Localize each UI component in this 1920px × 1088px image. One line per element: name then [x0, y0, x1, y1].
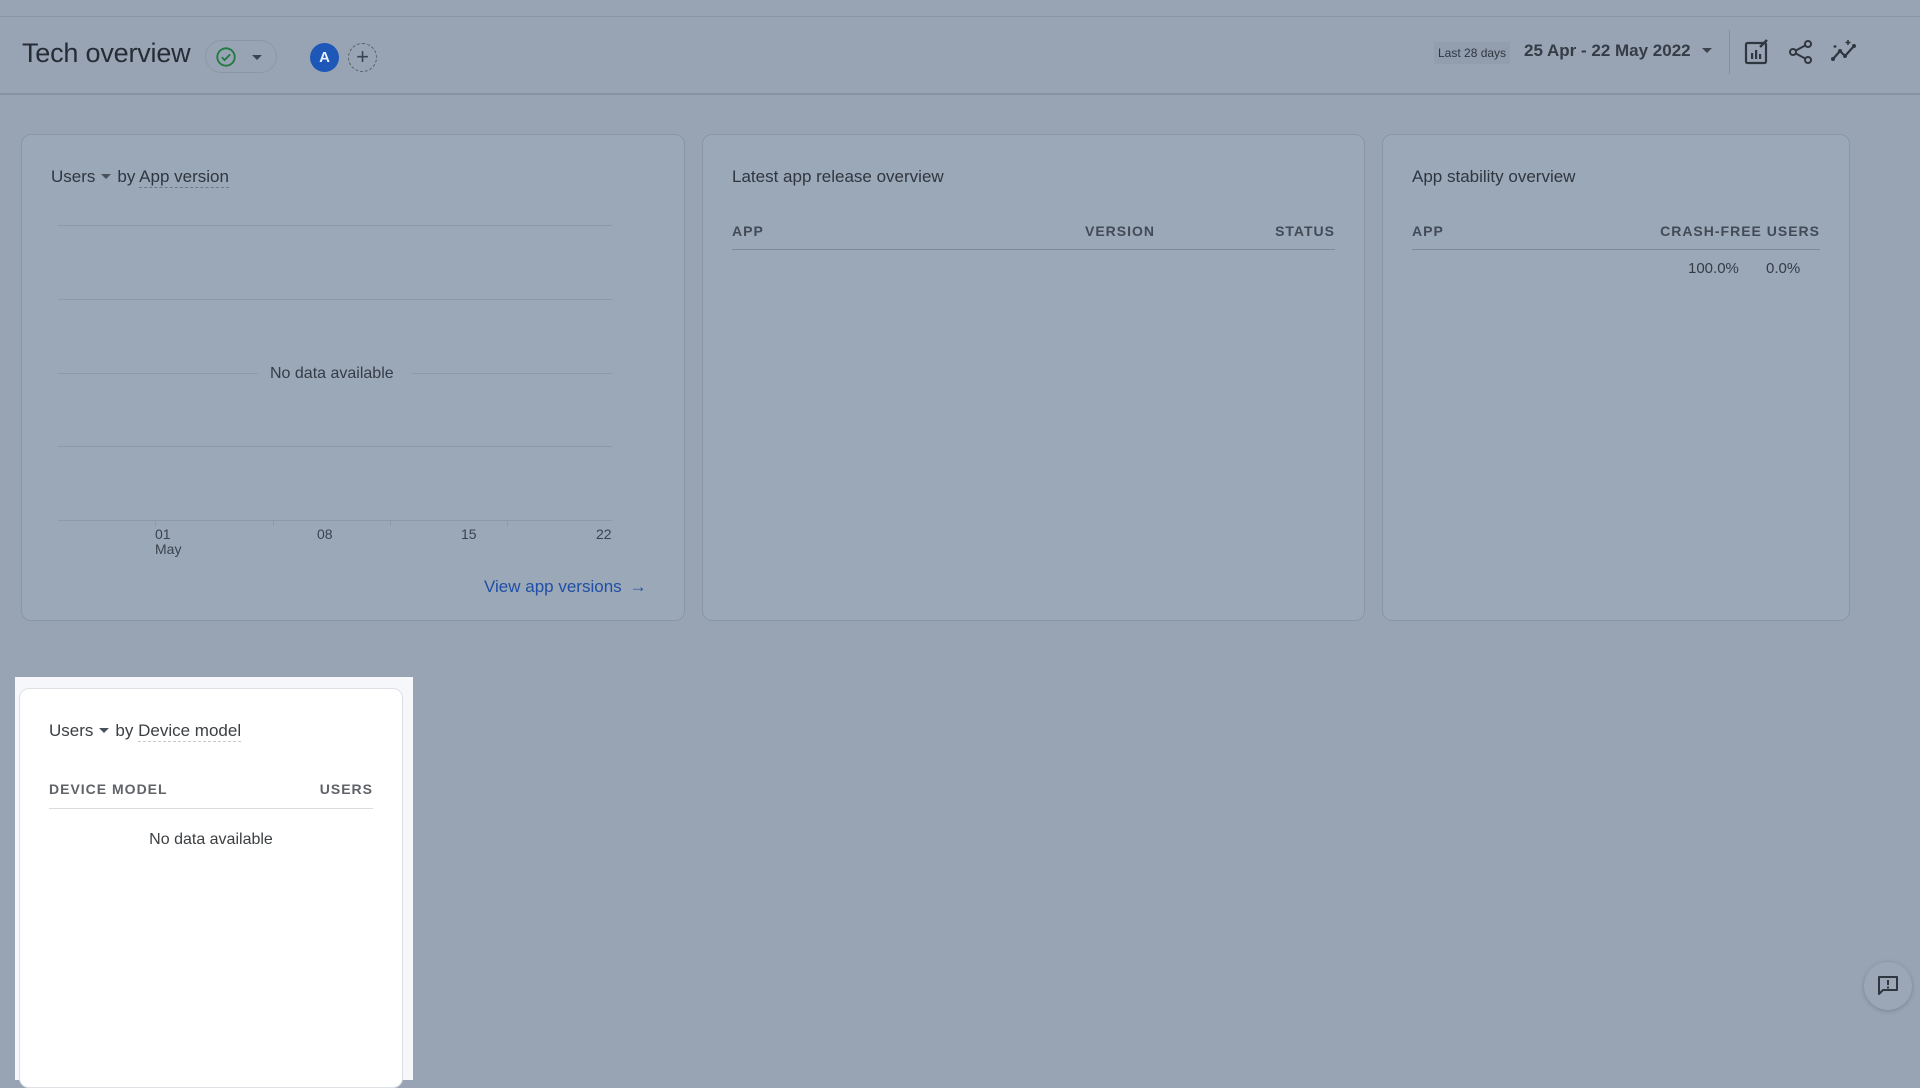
- chart-no-data-label: No data available: [270, 365, 394, 382]
- feedback-button[interactable]: [1864, 962, 1912, 1010]
- gridline: [58, 373, 258, 374]
- x-tick-mark: [390, 520, 391, 526]
- metric-label: Users: [49, 721, 94, 740]
- gridline: [412, 373, 612, 374]
- dimension-label[interactable]: App version: [139, 167, 229, 188]
- chevron-down-icon: [99, 727, 110, 733]
- customize-report-icon[interactable]: [1743, 38, 1771, 66]
- crash-free-change: 0.0%: [1766, 260, 1801, 277]
- gridline: [58, 225, 612, 226]
- column-header-app: APP: [732, 223, 764, 239]
- header-divider-line: [0, 93, 1920, 95]
- latest-app-release-card: Latest app release overview APP VERSION …: [702, 134, 1365, 621]
- arrow-right-icon: →: [629, 577, 647, 596]
- x-tick-label: 08: [317, 526, 333, 542]
- app-stability-card: App stability overview APP CRASH-FREE US…: [1382, 134, 1850, 621]
- x-tick-mark: [507, 520, 508, 526]
- share-icon[interactable]: [1787, 38, 1815, 66]
- table-header-divider: [49, 808, 373, 809]
- card-title: App stability overview: [1412, 167, 1576, 186]
- card-title: Users by App version: [51, 167, 229, 188]
- x-tick-month: May: [155, 541, 182, 557]
- status-dropdown[interactable]: [205, 40, 277, 73]
- table-no-data-label: No data available: [149, 831, 273, 848]
- column-header-crash-free-users: CRASH-FREE USERS: [1660, 223, 1820, 239]
- column-header-app: APP: [1412, 223, 1444, 239]
- column-header-version: VERSION: [1085, 223, 1156, 239]
- users-by-device-model-card: Users by Device model DEVICE MODEL USERS …: [19, 688, 403, 1088]
- crash-free-value: 100.0%: [1688, 260, 1739, 277]
- metric-selector[interactable]: Users: [51, 167, 117, 186]
- x-axis-baseline: [58, 520, 612, 521]
- column-header-device-model: DEVICE MODEL: [49, 781, 168, 797]
- dimension-prefix: by: [115, 721, 134, 740]
- header-divider: [1729, 30, 1730, 74]
- view-app-versions-link[interactable]: View app versions →: [484, 577, 647, 597]
- gridline: [58, 446, 612, 447]
- feedback-icon: [1878, 976, 1898, 995]
- avatar[interactable]: A: [310, 43, 339, 72]
- check-circle-icon: [216, 47, 236, 67]
- date-preset-label: Last 28 days: [1434, 42, 1511, 64]
- dimension-label[interactable]: Device model: [138, 721, 242, 742]
- insights-icon[interactable]: [1830, 38, 1858, 66]
- page-title: Tech overview: [22, 38, 191, 68]
- add-comparison-button[interactable]: +: [348, 43, 377, 72]
- table-header-divider: [732, 249, 1335, 250]
- gridline: [58, 299, 612, 300]
- x-tick-day: 01: [155, 526, 171, 542]
- date-range-chevron-icon[interactable]: [1702, 48, 1712, 53]
- x-tick-label: 01 May: [155, 527, 181, 557]
- column-header-users: USERS: [319, 781, 373, 797]
- card-title: Latest app release overview: [732, 167, 944, 186]
- chevron-down-icon: [101, 173, 112, 179]
- link-label: View app versions: [484, 577, 622, 596]
- x-tick-label: 15: [461, 526, 477, 542]
- card-title: Users by Device model: [49, 721, 242, 742]
- date-range-picker[interactable]: 25 Apr - 22 May 2022: [1524, 41, 1691, 61]
- dimension-prefix: by: [117, 167, 136, 186]
- x-tick-label: 22: [596, 526, 612, 542]
- column-header-status: STATUS: [1275, 223, 1335, 239]
- metric-selector[interactable]: Users: [49, 721, 115, 740]
- metric-label: Users: [51, 167, 96, 186]
- x-tick-mark: [273, 520, 274, 526]
- table-header-divider: [1412, 249, 1820, 250]
- chevron-down-icon: [252, 55, 262, 60]
